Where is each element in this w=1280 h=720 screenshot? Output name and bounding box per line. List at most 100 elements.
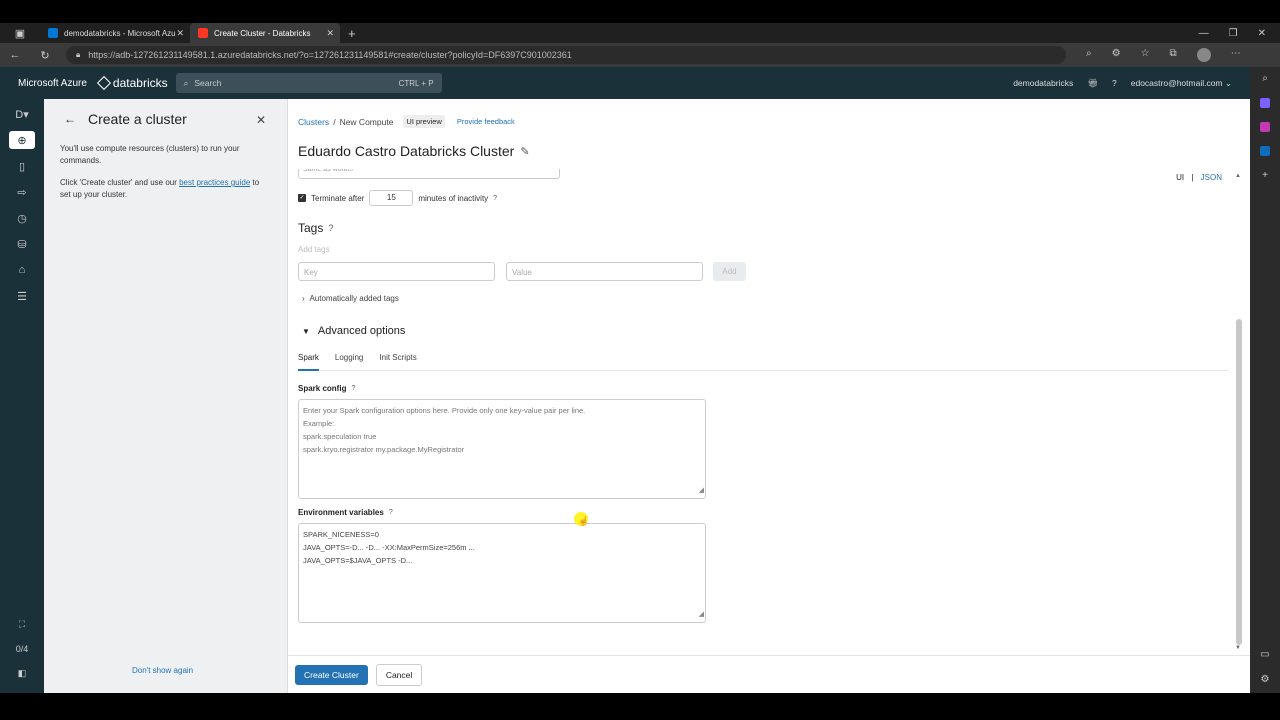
more-icon[interactable]: ⋯ — [1231, 48, 1241, 62]
terminate-checkbox[interactable]: ✓ — [298, 194, 306, 202]
databricks-logo[interactable]: databricks — [96, 75, 168, 91]
tab-logging[interactable]: Logging — [335, 353, 363, 371]
close-guide-icon[interactable]: ✕ — [256, 113, 266, 127]
refresh-icon[interactable]: ↻ — [30, 49, 60, 62]
env-variables-label-text: Environment variables — [298, 508, 384, 517]
back-icon[interactable]: ← — [0, 49, 30, 61]
close-window-icon[interactable]: ✕ — [1258, 28, 1266, 39]
auto-tags-toggle[interactable]: › Automatically added tags — [302, 294, 399, 303]
minimize-icon[interactable]: — — [1199, 28, 1209, 39]
workspace-name[interactable]: demodatabricks — [1013, 78, 1073, 88]
driver-type-select[interactable]: Same as worker — [298, 169, 560, 179]
help-icon[interactable]: ? — [351, 385, 355, 392]
gift-icon[interactable]: 🎁︎ — [1087, 78, 1098, 89]
extensions-icon[interactable]: ⚙ — [1112, 48, 1121, 62]
dont-show-again-link[interactable]: Don't show again — [132, 666, 193, 675]
advanced-options-title: Advanced options — [317, 325, 406, 337]
search-placeholder: Search — [194, 78, 222, 88]
placeholder-line: spark.kryo.registrator my.package.MyRegi… — [303, 445, 465, 454]
cancel-button[interactable]: Cancel — [375, 663, 423, 686]
outlook-icon[interactable] — [1260, 146, 1270, 156]
azure-favicon-icon — [48, 28, 58, 38]
new-icon[interactable]: ⊕ — [9, 131, 35, 149]
env-variables-textarea[interactable]: SPARK_NICENESS=0 JAVA_OPTS=-D... -D... -… — [298, 523, 706, 623]
terminate-minutes-input[interactable]: 15 — [369, 190, 414, 206]
advanced-options-toggle[interactable]: ▼ Advanced options — [302, 325, 405, 337]
profile-avatar[interactable] — [1196, 48, 1211, 62]
marketplace-icon[interactable]: ⌂ — [9, 261, 35, 279]
scroll-up-icon[interactable]: ▲ — [1235, 173, 1241, 179]
collapse-menu-icon[interactable]: ◧ — [18, 668, 27, 679]
jobs-icon[interactable]: ☰ — [9, 287, 35, 305]
scroll-down-icon[interactable]: ▼ — [1235, 645, 1241, 651]
search-icon[interactable]: ⌕ — [1262, 73, 1268, 84]
create-cluster-button[interactable]: Create Cluster — [295, 664, 368, 685]
recents-icon[interactable]: ◷ — [9, 209, 35, 227]
provide-feedback-link[interactable]: Provide feedback — [457, 117, 515, 126]
env-line: SPARK_NICENESS=0 — [303, 530, 379, 539]
advanced-tabs: Spark Logging Init Scripts — [298, 353, 1228, 371]
browser-tab-databricks[interactable]: Create Cluster - Databricks ✕ — [190, 23, 340, 43]
url-field[interactable]: 🔒︎ https://adb-127261231149581.1.azureda… — [66, 46, 1066, 64]
search-shortcut: CTRL + P — [398, 78, 434, 88]
settings-icon[interactable]: ⚙ — [1261, 674, 1270, 693]
spark-config-textarea[interactable]: Enter your Spark configuration options h… — [298, 399, 706, 499]
favorites-icon[interactable]: ☆ — [1141, 48, 1150, 62]
close-tab-icon[interactable]: ✕ — [326, 28, 334, 39]
guide-paragraph-2: Click 'Create cluster' and use our best … — [60, 177, 272, 201]
close-tab-icon[interactable]: ✕ — [176, 28, 184, 39]
tab-init-scripts[interactable]: Init Scripts — [379, 353, 416, 371]
breadcrumb: Clusters / New Compute UI preview Provid… — [298, 115, 515, 128]
progress-counter[interactable]: 0/4 — [16, 644, 29, 654]
browser-tab-azure[interactable]: demodatabricks - Microsoft Azu ✕ — [40, 23, 190, 43]
breadcrumb-separator: / — [333, 116, 336, 127]
databricks-header: Microsoft Azure databricks ⌕ Search CTRL… — [0, 67, 1250, 99]
add-tag-button[interactable]: Add — [713, 262, 746, 281]
cluster-name[interactable]: Eduardo Castro Databricks Cluster — [298, 143, 514, 159]
zoom-icon[interactable]: ⌕ — [1086, 48, 1092, 62]
best-practices-link[interactable]: best practices guide — [179, 178, 250, 187]
sidebar-toggle-icon[interactable]: ▭ — [1260, 649, 1269, 660]
resize-grip-icon[interactable]: ◢ — [699, 484, 704, 497]
guide-title: ← Create a cluster — [64, 111, 187, 127]
edge-sidebar: ⌕ + ▭ ⚙ — [1250, 67, 1280, 693]
guide-text: Click 'Create cluster' and use our — [60, 178, 180, 187]
search-input[interactable]: ⌕ Search CTRL + P — [175, 73, 442, 93]
data-icon[interactable]: ⇨ — [9, 183, 35, 201]
tag-key-input[interactable]: Key — [298, 262, 495, 281]
add-icon[interactable]: + — [1262, 170, 1268, 181]
tags-heading: Tags ? — [298, 221, 333, 235]
screen-bottom-border — [0, 693, 1280, 720]
help-icon[interactable]: ? — [328, 223, 333, 233]
help-icon[interactable]: ? — [1112, 78, 1117, 88]
window-menu-icon[interactable]: ▣ — [0, 23, 40, 43]
databricks-logo-icon — [96, 75, 111, 91]
create-cluster-guide-panel: ← Create a cluster ✕ You'll use compute … — [44, 99, 288, 693]
form-scrollbar[interactable]: ▲ ▼ — [1235, 173, 1243, 653]
resize-grip-icon[interactable]: ◢ — [699, 608, 704, 621]
spark-config-label-text: Spark config — [298, 384, 347, 393]
scrollbar-thumb[interactable] — [1236, 319, 1242, 645]
help-icon[interactable]: ? — [493, 195, 497, 202]
compute-icon[interactable]: ⛁ — [9, 235, 35, 253]
restore-icon[interactable]: ❐ — [1229, 28, 1238, 39]
back-arrow-icon[interactable]: ← — [64, 112, 76, 126]
guide-title-text: Create a cluster — [88, 111, 187, 127]
copilot-icon[interactable] — [1260, 98, 1270, 108]
pointer-icon: ☝ — [578, 516, 590, 526]
tab-spark[interactable]: Spark — [298, 353, 319, 371]
user-email: edocastro@hotmail.com — [1130, 77, 1223, 88]
new-tab-icon[interactable]: + — [348, 26, 356, 41]
window-controls: — ❐ ✕ — [1199, 28, 1280, 39]
help-icon[interactable]: ? — [389, 509, 393, 516]
tag-value-input[interactable]: Value — [506, 262, 703, 281]
breadcrumb-clusters[interactable]: Clusters — [298, 117, 329, 127]
collections-icon[interactable]: ⧉ — [1170, 48, 1177, 62]
workspace-switcher-icon[interactable]: D▾ — [9, 105, 35, 123]
partner-connect-icon[interactable]: ⛶ — [19, 619, 25, 630]
user-menu[interactable]: edocastro@hotmail.com ⌄ — [1131, 78, 1232, 89]
lock-icon: 🔒︎ — [76, 50, 81, 59]
shopping-icon[interactable] — [1260, 122, 1270, 132]
edit-pencil-icon[interactable]: ✎ — [520, 145, 529, 158]
workspace-icon[interactable]: ▯ — [9, 157, 35, 175]
